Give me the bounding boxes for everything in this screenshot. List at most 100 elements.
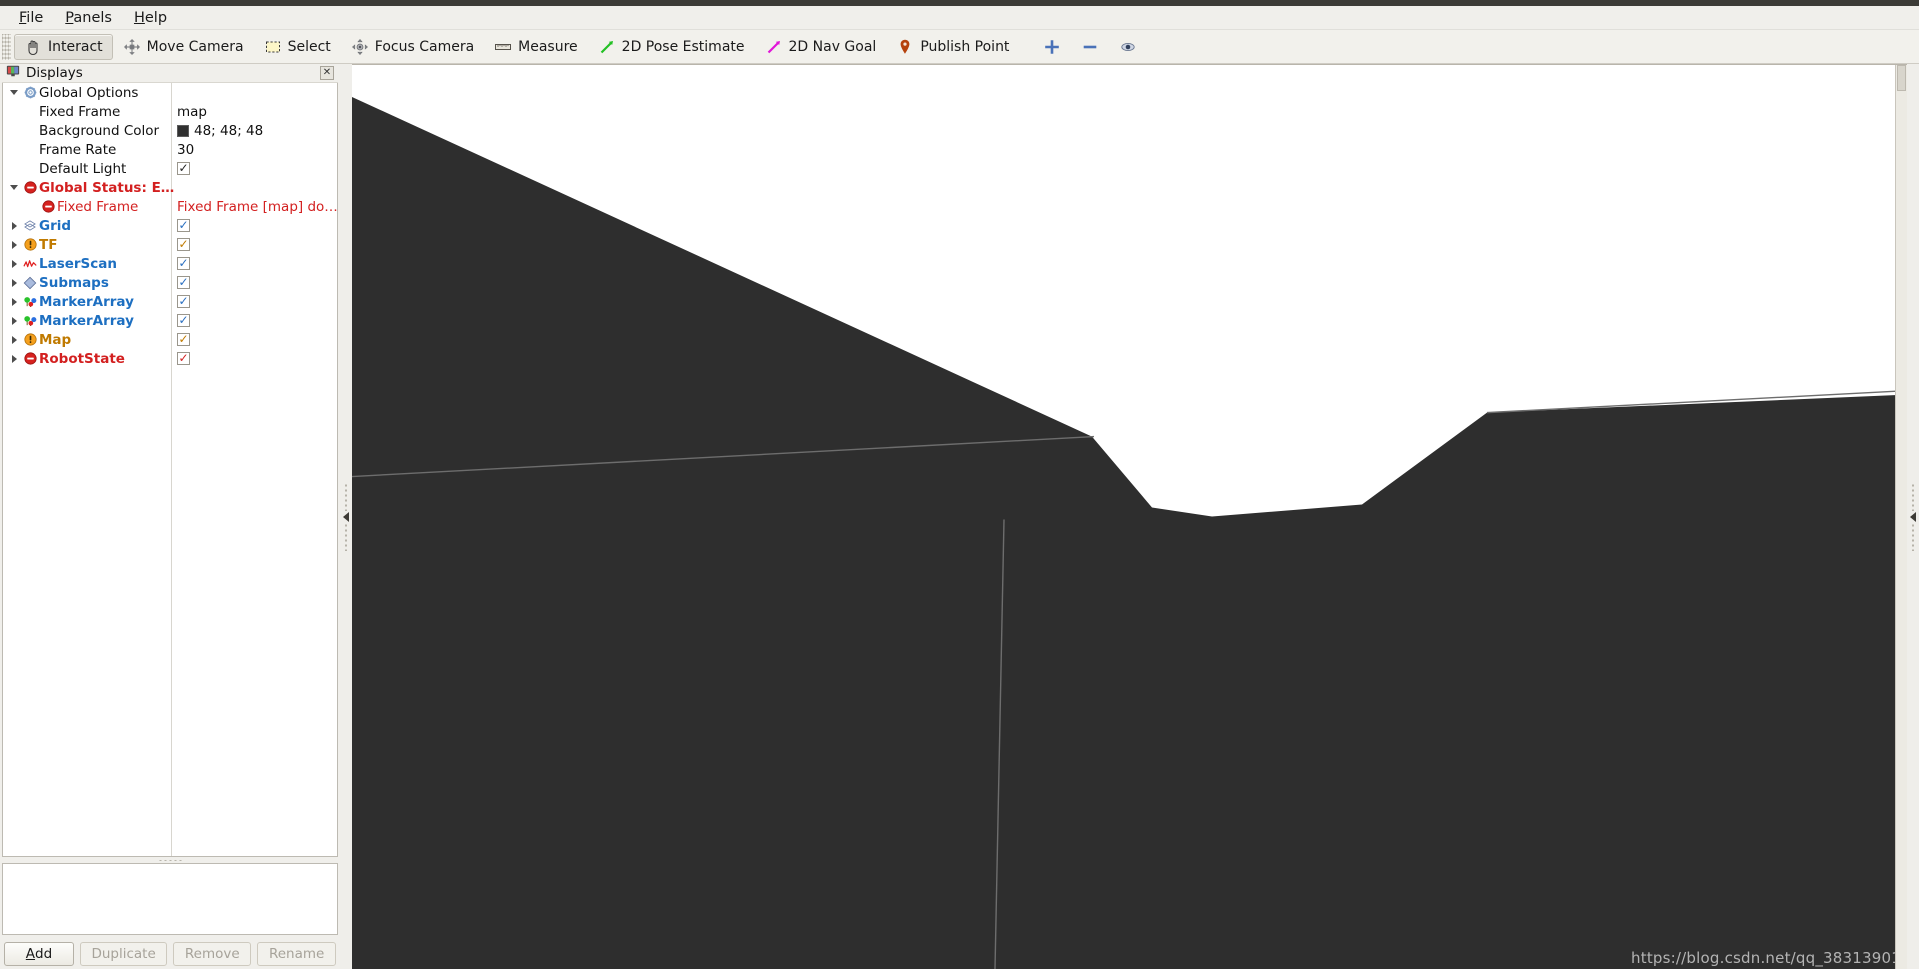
add-button[interactable]: Add (4, 941, 74, 966)
scrollbar-thumb[interactable] (1897, 65, 1906, 91)
duplicate-button[interactable]: Duplicate (80, 941, 168, 966)
chevron-right-icon[interactable] (7, 259, 21, 268)
left-dock-collapse-handle[interactable] (340, 64, 352, 969)
tree-row-grid[interactable]: Grid ✓ (3, 216, 337, 235)
chevron-down-icon[interactable] (7, 90, 21, 95)
enable-checkbox[interactable]: ✓ (177, 276, 190, 289)
menu-file[interactable]: File (8, 7, 54, 29)
tree-row-label: Submaps (39, 274, 109, 291)
tree-row-value[interactable]: ✓ (177, 352, 190, 365)
tree-row-value[interactable]: ✓ (177, 162, 190, 175)
tree-row-label: MarkerArray (39, 312, 134, 329)
tree-row-value[interactable]: ✓ (177, 257, 190, 270)
tool-2d-pose-estimate[interactable]: 2D Pose Estimate (588, 34, 755, 60)
select-rect-icon (264, 38, 282, 56)
right-dock-grip-bottom (1911, 522, 1915, 551)
value-text: map (177, 103, 207, 120)
tree-row-global-status[interactable]: Global Status: E… (3, 178, 337, 197)
view-vertical-scrollbar[interactable] (1895, 65, 1907, 969)
rviz-window: File Panels Help Interact Move Camera Se… (0, 0, 1919, 969)
tool-add-icon-button[interactable] (1033, 34, 1071, 60)
tree-row-frame-rate[interactable]: Frame Rate 30 (3, 140, 337, 159)
chevron-right-icon[interactable] (7, 240, 21, 249)
tool-move-camera[interactable]: Move Camera (113, 34, 254, 60)
grid-icon (21, 219, 39, 232)
enable-checkbox[interactable]: ✓ (177, 352, 190, 365)
enable-checkbox[interactable]: ✓ (177, 333, 190, 346)
tree-row-value[interactable]: ✓ (177, 333, 190, 346)
tool-publish-point[interactable]: Publish Point (886, 34, 1019, 60)
chevron-right-icon[interactable] (7, 354, 21, 363)
tree-row-value[interactable]: ✓ (177, 314, 190, 327)
eye-icon (1119, 38, 1137, 56)
focus-camera-icon (351, 38, 369, 56)
gear-icon (21, 86, 39, 99)
tree-row-map[interactable]: Map ✓ (3, 330, 337, 349)
tool-focus-camera[interactable]: Focus Camera (341, 34, 484, 60)
displays-properties-subpanel[interactable] (2, 863, 338, 935)
tree-row-value[interactable]: ✓ (177, 219, 190, 232)
tree-row-fixed-frame[interactable]: Fixed Frame map (3, 102, 337, 121)
error-icon (39, 200, 57, 213)
color-swatch[interactable] (177, 124, 189, 137)
tree-row-laserscan[interactable]: LaserScan ✓ (3, 254, 337, 273)
chevron-right-icon[interactable] (7, 221, 21, 230)
tree-row-tf[interactable]: TF ✓ (3, 235, 337, 254)
tree-row-status-fixed-frame[interactable]: Fixed Frame Fixed Frame [map] do… (3, 197, 337, 216)
tree-row-label: RobotState (39, 350, 125, 367)
chevron-down-icon[interactable] (7, 185, 21, 190)
enable-checkbox[interactable]: ✓ (177, 162, 190, 175)
tree-row-value[interactable]: 48; 48; 48 (177, 123, 263, 139)
right-dock-collapse-handle[interactable] (1907, 64, 1919, 969)
warn-icon (21, 333, 39, 346)
toolbar-drag-handle[interactable] (2, 33, 11, 60)
tree-row-value[interactable]: ✓ (177, 295, 190, 308)
enable-checkbox[interactable]: ✓ (177, 238, 190, 251)
menu-help[interactable]: Help (123, 7, 178, 29)
left-dock-grip-bottom (344, 522, 348, 551)
displays-dock: Displays ✕ Global Options Fixed Frame map B… (0, 64, 340, 969)
remove-button-label: Remove (184, 945, 240, 962)
tool-bar: Interact Move Camera Select Focus Camera… (0, 30, 1919, 64)
chevron-right-icon[interactable] (7, 297, 21, 306)
tree-row-label: Frame Rate (39, 141, 117, 158)
tree-row-value[interactable]: 30 (177, 142, 194, 158)
tree-row-value[interactable]: ✓ (177, 276, 190, 289)
tree-row-value[interactable]: map (177, 104, 207, 120)
remove-button[interactable]: Remove (173, 941, 252, 966)
rename-button[interactable]: Rename (257, 941, 336, 966)
tool-interact[interactable]: Interact (14, 33, 113, 60)
enable-checkbox[interactable]: ✓ (177, 257, 190, 270)
enable-checkbox[interactable]: ✓ (177, 314, 190, 327)
close-icon[interactable]: ✕ (320, 66, 334, 80)
tree-row-value[interactable]: Fixed Frame [map] do… (177, 199, 337, 215)
menu-panels[interactable]: Panels (54, 7, 123, 29)
tool-2d-nav-goal[interactable]: 2D Nav Goal (755, 34, 887, 60)
tree-row-submaps[interactable]: Submaps ✓ (3, 273, 337, 292)
tree-row-global-options[interactable]: Global Options (3, 83, 337, 102)
enable-checkbox[interactable]: ✓ (177, 219, 190, 232)
tool-remove-icon-button[interactable] (1071, 34, 1109, 60)
tree-row-markerarray-1[interactable]: MarkerArray ✓ (3, 292, 337, 311)
green-arrow-icon (598, 38, 616, 56)
menu-panels-label: anels (73, 9, 112, 26)
chevron-right-icon[interactable] (7, 316, 21, 325)
tree-row-label: Map (39, 331, 72, 348)
render-view-3d[interactable]: https://blog.csdn.net/qq_38313901 (352, 64, 1907, 969)
chevron-right-icon[interactable] (7, 278, 21, 287)
displays-tree[interactable]: Global Options Fixed Frame map Background C… (2, 83, 338, 857)
chevron-right-icon[interactable] (7, 335, 21, 344)
laserscan-icon (21, 257, 39, 270)
enable-checkbox[interactable]: ✓ (177, 295, 190, 308)
tool-select[interactable]: Select (254, 34, 341, 60)
tree-row-background-color[interactable]: Background Color 48; 48; 48 (3, 121, 337, 140)
tree-row-label: Fixed Frame (39, 103, 121, 120)
tool-measure[interactable]: Measure (484, 34, 588, 60)
tree-row-markerarray-2[interactable]: MarkerArray ✓ (3, 311, 337, 330)
magenta-arrow-icon (765, 38, 783, 56)
map-pin-icon (896, 38, 914, 56)
tree-row-robotstate[interactable]: RobotState ✓ (3, 349, 337, 368)
tree-row-default-light[interactable]: Default Light ✓ (3, 159, 337, 178)
tool-visibility-icon-button[interactable] (1109, 34, 1147, 60)
tree-row-value[interactable]: ✓ (177, 238, 190, 251)
